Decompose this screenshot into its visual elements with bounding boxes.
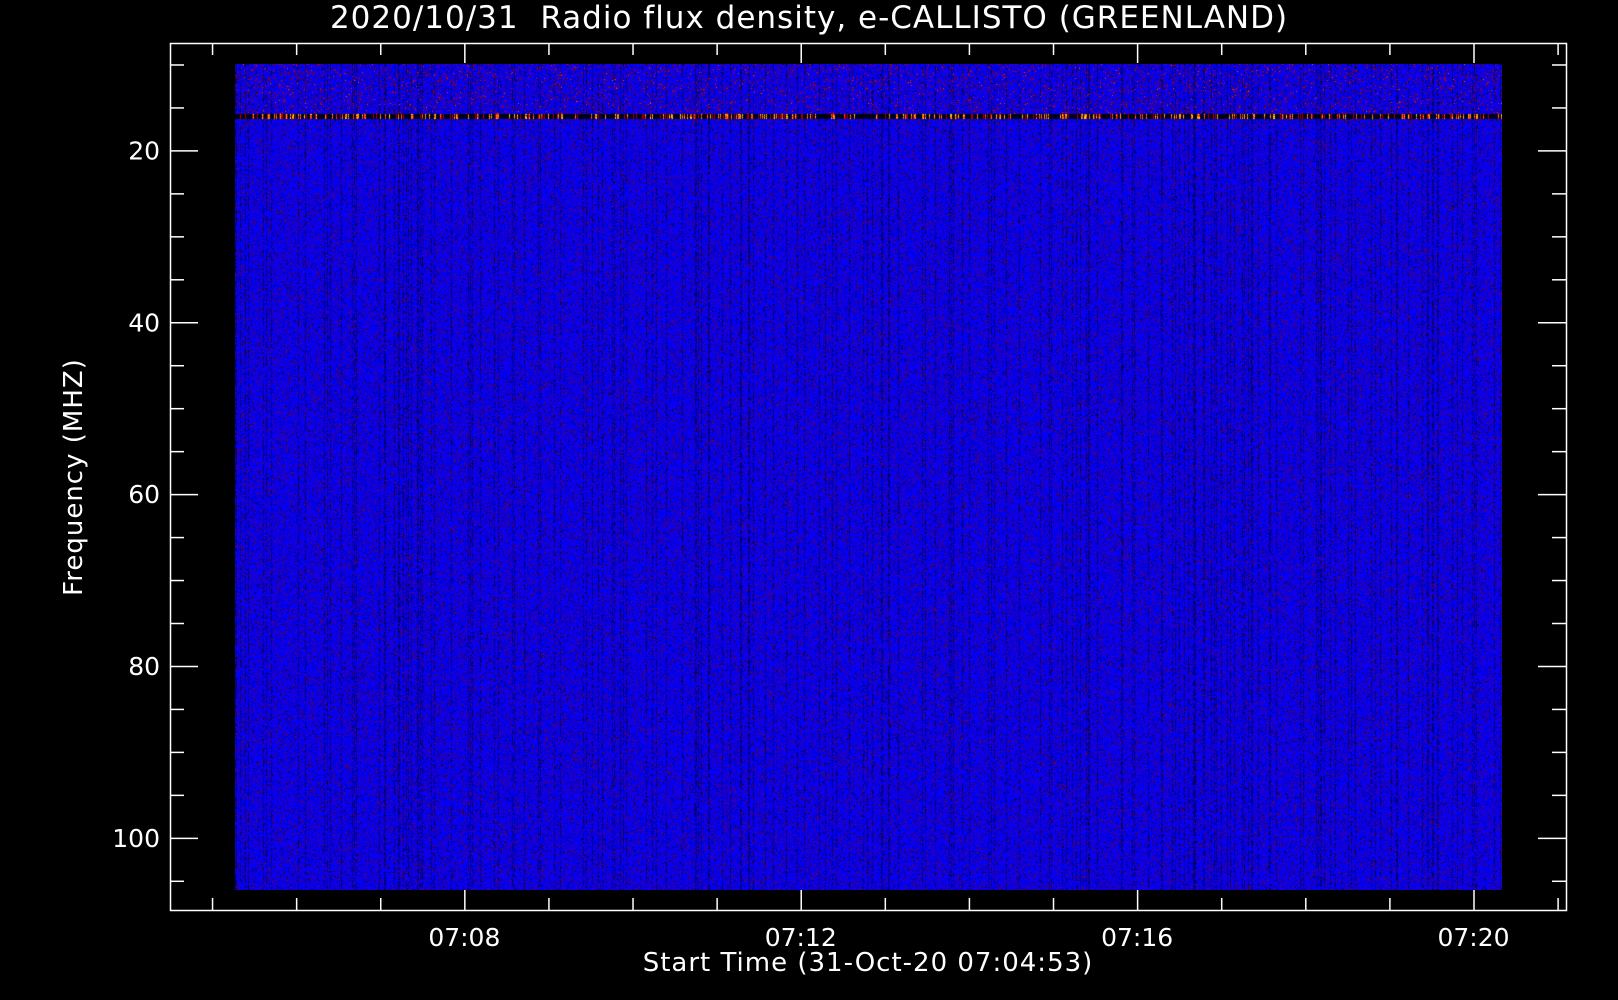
y-tick-label: 40 — [128, 308, 160, 337]
y-tick-label: 20 — [128, 136, 160, 165]
spectrogram-image — [235, 64, 1502, 890]
y-axis-label: Frequency (MHZ) — [59, 358, 89, 596]
y-tick-label: 100 — [112, 824, 160, 853]
y-tick-label: 60 — [128, 480, 160, 509]
y-tick-label: 80 — [128, 652, 160, 681]
x-axis-label: Start Time (31-Oct-20 07:04:53) — [642, 948, 1094, 978]
